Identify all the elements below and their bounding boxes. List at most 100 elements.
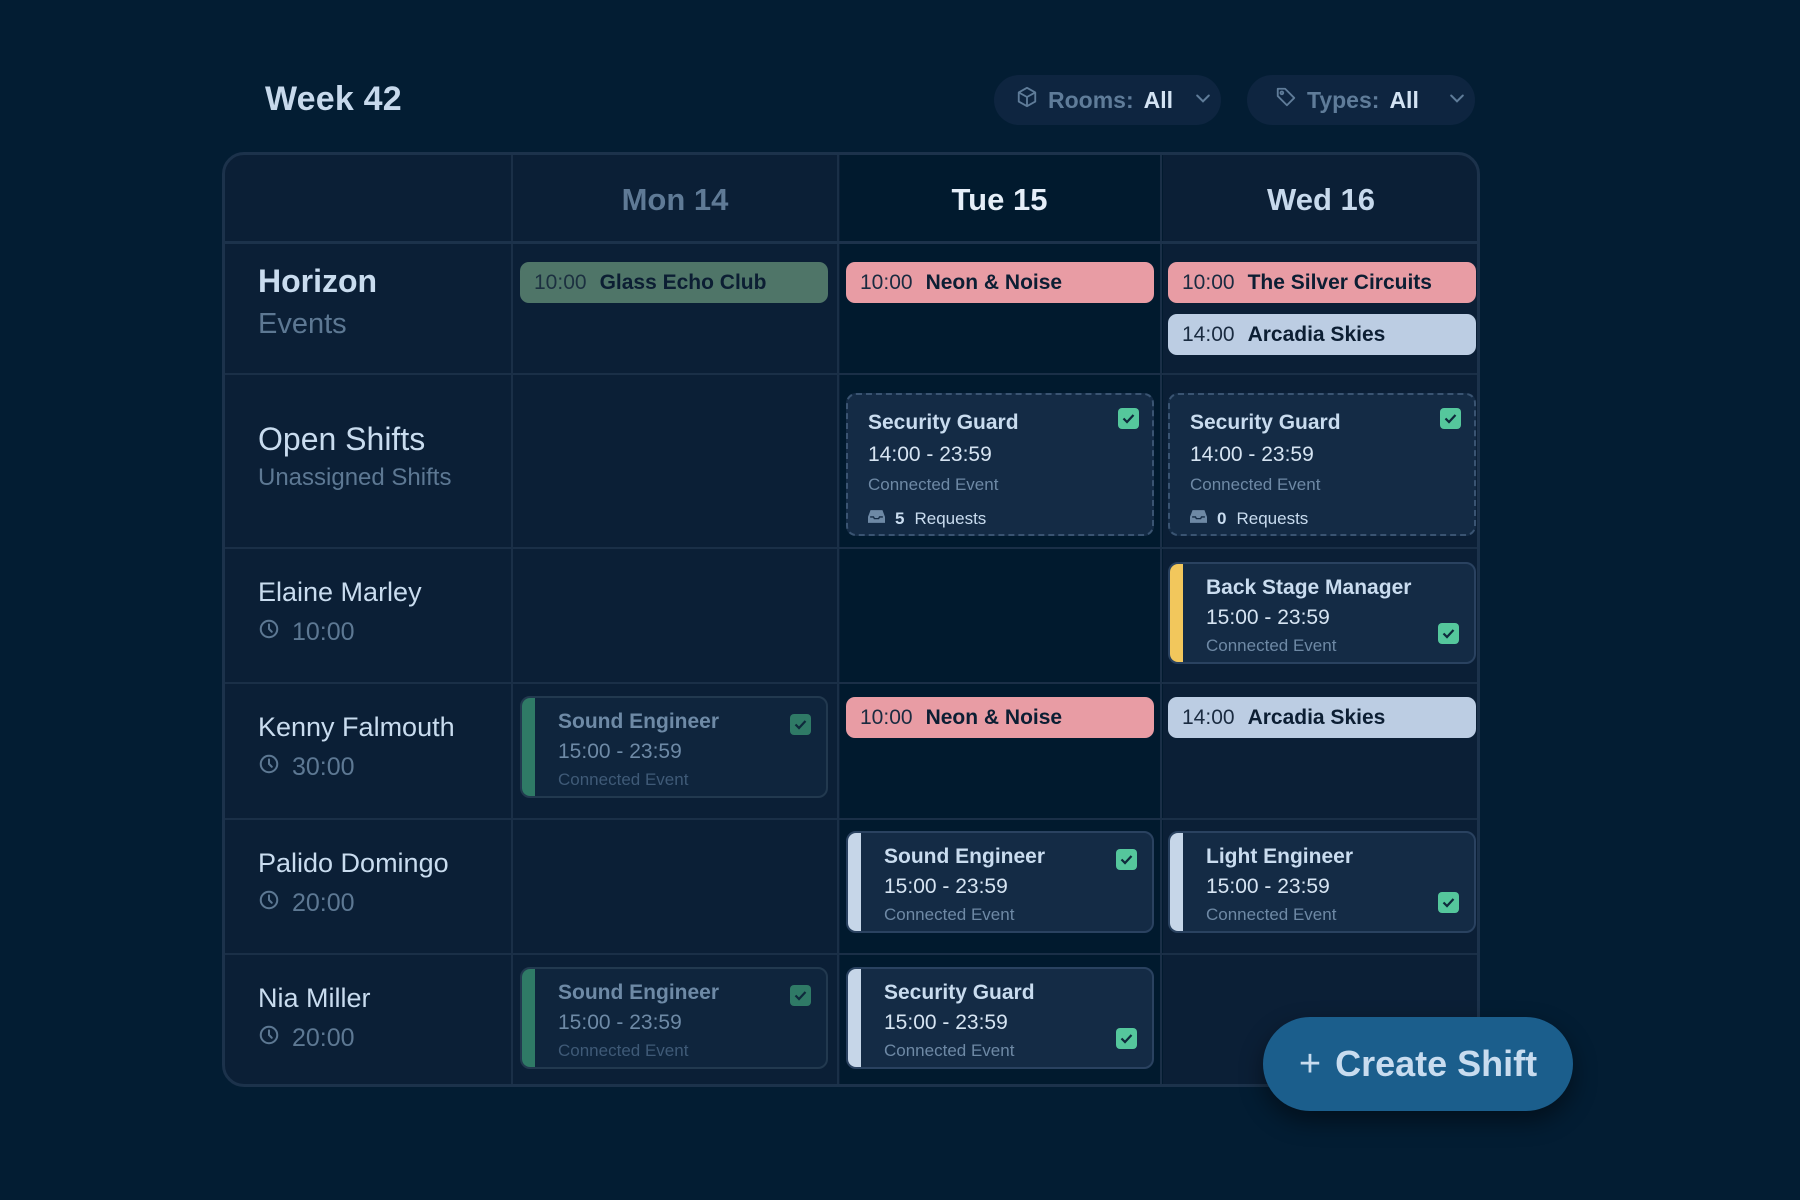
shift-card[interactable]: Security Guard 15:00 - 23:59 Connected E… [846, 967, 1154, 1069]
chevron-down-icon [1193, 87, 1213, 114]
check-icon[interactable] [1440, 408, 1461, 429]
shift-card[interactable]: Back Stage Manager 15:00 - 23:59 Connect… [1168, 562, 1476, 664]
shift-connected-event: Connected Event [884, 905, 1015, 924]
event-pill[interactable]: 10:00 Glass Echo Club [520, 262, 828, 303]
row-label-person[interactable]: Kenny Falmouth 30:00 [258, 712, 455, 782]
shift-connected-event: Connected Event [1190, 475, 1321, 494]
row-label-person[interactable]: Nia Miller 20:00 [258, 983, 371, 1053]
clock-icon [258, 889, 280, 918]
person-hours: 30:00 [292, 753, 355, 781]
shift-hours: 14:00 - 23:59 [1190, 443, 1314, 466]
event-pill[interactable]: 14:00 Arcadia Skies [1168, 697, 1476, 738]
shift-card[interactable]: Sound Engineer 15:00 - 23:59 Connected E… [846, 831, 1154, 933]
event-pill[interactable]: 10:00 Neon & Noise [846, 697, 1154, 738]
types-filter-value: All [1389, 86, 1419, 113]
cube-icon [1016, 86, 1038, 114]
person-hours: 20:00 [292, 1024, 355, 1052]
create-shift-label: Create Shift [1335, 1043, 1538, 1084]
request-label: Requests [914, 509, 987, 528]
check-icon[interactable] [1116, 1028, 1137, 1049]
check-icon[interactable] [1118, 408, 1139, 429]
clock-icon [258, 753, 280, 782]
row-label-person[interactable]: Palido Domingo 20:00 [258, 848, 449, 918]
event-pill[interactable]: 10:00 Neon & Noise [846, 262, 1154, 303]
check-icon[interactable] [1438, 623, 1459, 644]
schedule-grid: Mon 14 Tue 15 Wed 16 Horizon Events Open… [222, 152, 1480, 1087]
shift-role: Light Engineer [1206, 845, 1353, 868]
event-name: Neon & Noise [925, 270, 1063, 294]
day-header-wed[interactable]: Wed 16 [1162, 155, 1477, 244]
column-divider [511, 155, 513, 1084]
shift-connected-event: Connected Event [884, 1041, 1015, 1060]
inbox-icon [868, 509, 885, 529]
row-divider [225, 953, 1477, 955]
rooms-filter[interactable]: Rooms: All [994, 75, 1221, 125]
shift-role: Security Guard [868, 411, 1019, 434]
shift-hours: 15:00 - 23:59 [1206, 606, 1330, 629]
request-count: 5 [895, 509, 905, 528]
event-time: 10:00 [1182, 270, 1235, 294]
page-title: Week 42 [265, 80, 402, 118]
row-divider [225, 818, 1477, 820]
shift-color-stripe [848, 833, 861, 931]
rooms-filter-label: Rooms: [1048, 86, 1134, 113]
event-name: Arcadia Skies [1247, 705, 1386, 729]
event-time: 10:00 [534, 270, 587, 294]
event-time: 10:00 [860, 705, 913, 729]
check-icon[interactable] [790, 714, 811, 735]
shift-card[interactable]: Sound Engineer 15:00 - 23:59 Connected E… [520, 696, 828, 798]
person-hours: 20:00 [292, 889, 355, 917]
event-pill[interactable]: 14:00 Arcadia Skies [1168, 314, 1476, 355]
types-filter[interactable]: Types: All [1247, 75, 1475, 125]
shift-hours: 14:00 - 23:59 [868, 443, 992, 466]
column-divider [837, 155, 839, 1084]
shift-color-stripe [848, 969, 861, 1067]
rooms-filter-value: All [1143, 86, 1174, 113]
shift-role: Back Stage Manager [1206, 576, 1412, 599]
event-time: 10:00 [860, 270, 913, 294]
shift-role: Sound Engineer [558, 710, 720, 733]
row-divider [225, 373, 1477, 375]
clock-icon [258, 618, 280, 647]
shift-role: Security Guard [1190, 411, 1341, 434]
shift-role: Sound Engineer [558, 981, 720, 1004]
event-pill[interactable]: 10:00 The Silver Circuits [1168, 262, 1476, 303]
plus-icon: + [1298, 1042, 1322, 1085]
venue-name: Horizon [258, 263, 378, 299]
event-name: Arcadia Skies [1247, 322, 1386, 346]
open-shift-card[interactable]: Security Guard 14:00 - 23:59 Connected E… [846, 393, 1154, 536]
shift-color-stripe [1170, 564, 1183, 662]
open-shift-card[interactable]: Security Guard 14:00 - 23:59 Connected E… [1168, 393, 1476, 536]
check-icon[interactable] [790, 985, 811, 1006]
column-divider [1160, 155, 1162, 1084]
person-hours: 10:00 [292, 618, 355, 646]
person-name: Palido Domingo [258, 848, 449, 878]
day-header-mon[interactable]: Mon 14 [513, 155, 837, 244]
create-shift-button[interactable]: + Create Shift [1263, 1017, 1573, 1111]
row-label-horizon: Horizon Events [258, 263, 377, 341]
person-name: Kenny Falmouth [258, 712, 455, 742]
shift-color-stripe [522, 698, 535, 796]
open-shifts-title: Open Shifts [258, 421, 426, 457]
check-icon[interactable] [1116, 849, 1137, 870]
shift-role: Sound Engineer [884, 845, 1046, 868]
request-label: Requests [1236, 509, 1309, 528]
open-shifts-subtitle: Unassigned Shifts [258, 464, 452, 491]
shift-connected-event: Connected Event [868, 475, 999, 494]
clock-icon [258, 1024, 280, 1053]
shift-hours: 15:00 - 23:59 [1206, 875, 1330, 898]
shift-hours: 15:00 - 23:59 [558, 1011, 682, 1034]
person-name: Elaine Marley [258, 577, 422, 607]
event-name: The Silver Circuits [1247, 270, 1432, 294]
check-icon[interactable] [1438, 892, 1459, 913]
shift-connected-event: Connected Event [1206, 636, 1337, 655]
day-header-tue[interactable]: Tue 15 [839, 155, 1160, 244]
row-label-person[interactable]: Elaine Marley 10:00 [258, 577, 422, 647]
shift-connected-event: Connected Event [1206, 905, 1337, 924]
row-label-open-shifts: Open Shifts Unassigned Shifts [258, 421, 451, 492]
shift-card[interactable]: Sound Engineer 15:00 - 23:59 Connected E… [520, 967, 828, 1069]
shift-card[interactable]: Light Engineer 15:00 - 23:59 Connected E… [1168, 831, 1476, 933]
inbox-icon [1190, 509, 1207, 529]
shift-connected-event: Connected Event [558, 770, 689, 789]
person-name: Nia Miller [258, 983, 371, 1013]
